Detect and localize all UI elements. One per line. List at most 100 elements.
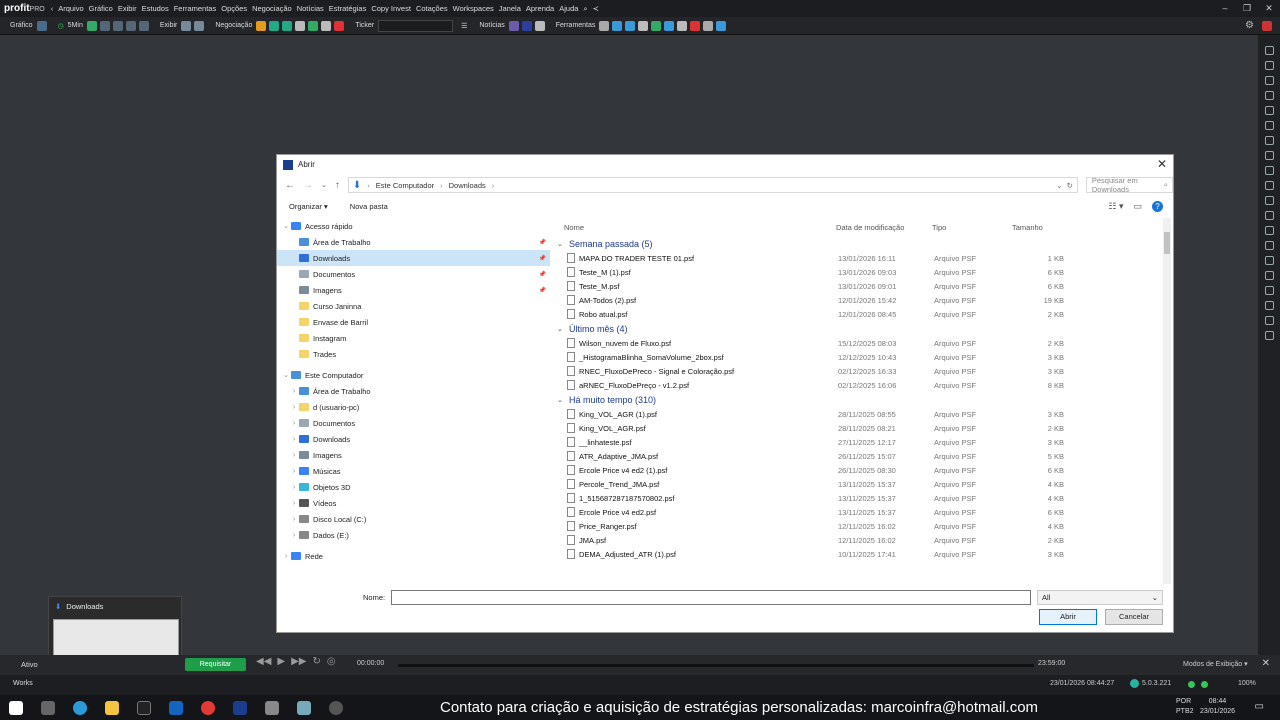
view-mode-icon[interactable]: ☷ ▾ — [1108, 201, 1123, 212]
nav-item[interactable]: › Dados (E:) — [277, 527, 550, 543]
nav-item[interactable]: › Downloads — [277, 431, 550, 447]
interval-label[interactable]: 5Min — [68, 22, 83, 29]
expand-chevron-icon[interactable]: › — [289, 500, 299, 507]
file-row[interactable]: RNEC_FluxoDePreco - Signal e Coloração.p… — [557, 364, 1167, 378]
trend-icon[interactable] — [1264, 196, 1274, 205]
pencil-icon[interactable] — [1264, 136, 1274, 145]
col-type[interactable]: Tipo — [932, 223, 1012, 232]
pie-icon[interactable] — [308, 20, 319, 31]
menu-item-13[interactable]: Aprenda — [526, 4, 554, 13]
filename-input[interactable] — [391, 590, 1031, 605]
search-icon[interactable]: ⌕ — [583, 4, 587, 14]
clock-icon[interactable]: ◷ — [58, 22, 64, 30]
play-icon[interactable]: ▶ — [277, 656, 285, 667]
nav-item[interactable]: Curso Janinna — [277, 298, 550, 314]
book-icon[interactable] — [269, 20, 280, 31]
nav-item[interactable]: › Vídeos — [277, 495, 550, 511]
zoom-in-icon[interactable] — [99, 20, 110, 31]
list-icon[interactable] — [295, 20, 306, 31]
file-row[interactable]: ATR_Adaptive_JMA.psf 26/11/2025 15:07 Arqu… — [557, 449, 1167, 463]
file-list-scrollbar[interactable] — [1163, 218, 1171, 584]
menu-item-10[interactable]: Cotações — [416, 4, 448, 13]
menu-item-0[interactable]: Arquivo — [58, 4, 83, 13]
table-icon[interactable] — [321, 20, 332, 31]
circle-icon[interactable] — [1264, 316, 1274, 325]
bars-icon[interactable] — [651, 20, 662, 31]
file-row[interactable]: Percole_Trend_JMA.psf 13/11/2025 15:37 Arq… — [557, 477, 1167, 491]
address-dropdown-icon[interactable]: ⌄ — [1056, 181, 1062, 190]
fibonacci-icon[interactable] — [1264, 226, 1274, 235]
file-row[interactable]: Teste_M (1).psf 13/01/2026 09:03 Arquivo P… — [557, 265, 1167, 279]
language-indicator[interactable]: POR PTB2 — [1176, 697, 1194, 717]
obs-icon[interactable] — [329, 700, 343, 715]
expand-chevron-icon[interactable]: › — [289, 404, 299, 411]
menu-item-7[interactable]: Notícias — [297, 4, 324, 13]
forward-arrow-icon[interactable]: → — [303, 180, 313, 191]
nav-item[interactable]: Documentos 📌 — [277, 266, 550, 282]
trade-icon[interactable] — [282, 20, 293, 31]
close-replay-icon[interactable]: ✕ — [1262, 658, 1270, 669]
zoom-icon[interactable] — [125, 20, 136, 31]
ticker-input[interactable] — [378, 19, 454, 32]
file-type-select[interactable]: All ⌄ — [1037, 590, 1163, 605]
news-icon[interactable] — [508, 20, 519, 31]
up-arrow-icon[interactable]: ↑ — [335, 180, 340, 191]
file-row[interactable]: aRNEC_FluxoDePreço - v1.2.psf 02/12/2025 … — [557, 378, 1167, 392]
expand-chevron-icon[interactable]: ⌄ — [281, 222, 291, 230]
notification-icon[interactable]: ▭ — [1255, 701, 1264, 712]
menu-back-icon[interactable]: ‹ — [51, 4, 54, 13]
nav-item[interactable]: Envase de Barril — [277, 314, 550, 330]
cursor-icon[interactable] — [1264, 46, 1274, 55]
nav-item[interactable]: › Músicas — [277, 463, 550, 479]
search-input[interactable]: Pesquisar em Downloads — [1092, 176, 1164, 194]
menu-item-1[interactable]: Gráfico — [89, 4, 113, 13]
dialog-close-icon[interactable]: ✕ — [1157, 157, 1167, 171]
eye-icon[interactable] — [1264, 106, 1274, 115]
grid-icon[interactable] — [181, 20, 192, 31]
profile-icon[interactable] — [1262, 20, 1272, 31]
loop-icon[interactable]: ↻ — [312, 656, 320, 667]
system-clock[interactable]: 08:44 23/01/2026 — [1200, 697, 1235, 717]
expand-chevron-icon[interactable]: ⌄ — [281, 371, 291, 379]
chart-icon[interactable] — [36, 20, 47, 31]
col-name[interactable]: Nome — [564, 223, 836, 232]
notes-icon[interactable] — [297, 700, 311, 715]
zoom-out-icon[interactable] — [112, 20, 123, 31]
fill-icon[interactable] — [1264, 121, 1274, 130]
restore-icon[interactable]: ❐ — [1236, 0, 1258, 17]
file-row[interactable]: Ercole Price v4 ed2 (1).psf 26/11/2025 08… — [557, 463, 1167, 477]
edge-icon[interactable] — [73, 700, 87, 715]
organize-button[interactable]: Organizar ▾ — [289, 202, 328, 211]
lock-icon[interactable] — [194, 20, 205, 31]
rect-icon[interactable] — [1264, 301, 1274, 310]
magnet-icon[interactable] — [1264, 91, 1274, 100]
file-row[interactable]: __linhateste.psf 27/11/2025 12:17 Arquivo … — [557, 435, 1167, 449]
file-explorer-icon[interactable] — [105, 700, 119, 715]
nav-item[interactable]: › Imagens — [277, 447, 550, 463]
pie-red-icon[interactable] — [690, 20, 701, 31]
minimize-icon[interactable]: – — [1214, 0, 1236, 17]
nav-item[interactable]: Trades — [277, 346, 550, 362]
shield-icon[interactable] — [334, 20, 345, 31]
eraser-icon[interactable] — [1264, 76, 1274, 85]
file-row[interactable]: _HistogramaBlinha_SomaVolume_2box.psf 12/… — [557, 350, 1167, 364]
breadcrumb-este-computador[interactable]: Este Computador — [376, 181, 434, 190]
col-date[interactable]: Data de modificação — [836, 223, 932, 232]
menu-item-11[interactable]: Workspaces — [453, 4, 494, 13]
file-row[interactable]: DEMA_Adjusted_ATR (1).psf 10/11/2025 17:4… — [557, 547, 1167, 561]
request-button[interactable]: Requisitar — [185, 658, 246, 671]
arrow-up-icon[interactable] — [1264, 256, 1274, 265]
pin-icon[interactable]: 📌 — [539, 255, 546, 262]
triangle-icon[interactable] — [1264, 331, 1274, 340]
nav-item[interactable]: Imagens 📌 — [277, 282, 550, 298]
rewind-icon[interactable]: ◀◀ — [256, 656, 271, 667]
nav-item[interactable]: ⌄ Acesso rápido — [277, 218, 550, 234]
expand-chevron-icon[interactable]: › — [289, 484, 299, 491]
calendar-icon[interactable] — [612, 20, 623, 31]
terminal-icon[interactable] — [137, 700, 151, 715]
nav-item[interactable]: Área de Trabalho 📌 — [277, 234, 550, 250]
app-icon[interactable] — [265, 700, 279, 715]
group-collapse-icon[interactable]: ⌄ — [557, 396, 565, 404]
order-icon[interactable] — [256, 20, 267, 31]
file-row[interactable]: 1_515687287187570802.psf 13/11/2025 15:37… — [557, 491, 1167, 505]
